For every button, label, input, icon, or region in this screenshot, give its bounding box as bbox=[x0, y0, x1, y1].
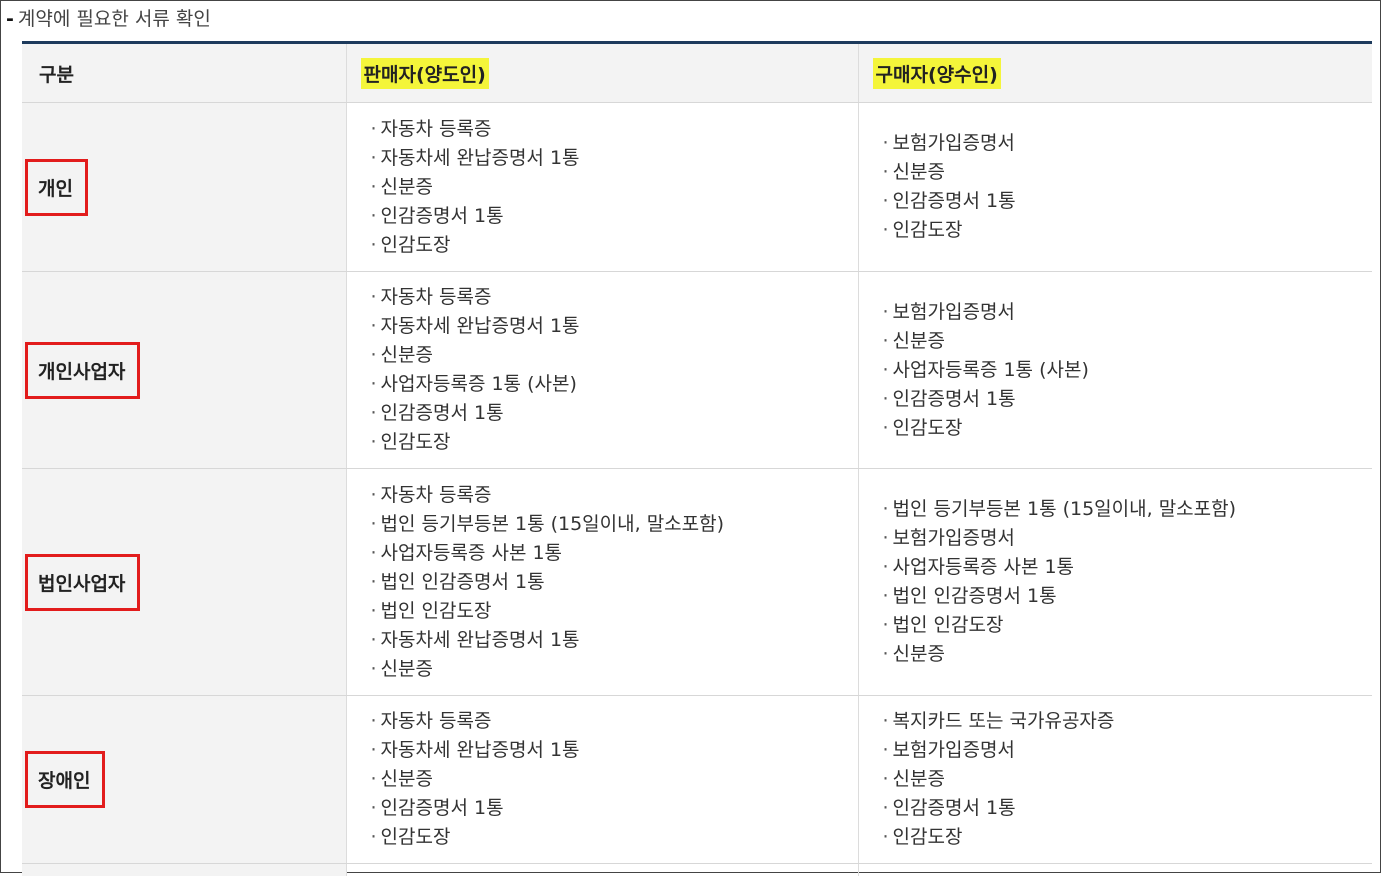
seller-doc-list: 자동차 등록증 법인 등기부등본 1통 (15일이내, 말소포함) 사업자등록증… bbox=[347, 481, 858, 684]
buyer-cell bbox=[858, 864, 1372, 876]
list-item: 신분증 bbox=[883, 158, 1373, 187]
header-seller-label: 판매자(양도인) bbox=[361, 58, 489, 89]
buyer-doc-list: 보험가입증명서 신분증 사업자등록증 1통 (사본) 인감증명서 1통 인감도장 bbox=[859, 298, 1373, 443]
list-item: 인감도장 bbox=[883, 414, 1373, 443]
list-item: 신분증 bbox=[883, 765, 1373, 794]
category-label: 법인사업자 bbox=[25, 554, 140, 611]
list-item: 신분증 bbox=[371, 173, 858, 202]
list-item: 보험가입증명서 bbox=[883, 298, 1373, 327]
list-item: 법인 인감도장 bbox=[371, 597, 858, 626]
list-item: 자동차세 완납증명서 1통 bbox=[371, 144, 858, 173]
list-item: 인감도장 bbox=[883, 823, 1373, 852]
list-item: 자동차세 완납증명서 1통 bbox=[371, 312, 858, 341]
buyer-cell: 법인 등기부등본 1통 (15일이내, 말소포함) 보험가입증명서 사업자등록증… bbox=[858, 469, 1372, 696]
seller-cell: 자동차 등록증 자동차세 완납증명서 1통 신분증 인감증명서 1통 인감도장 bbox=[346, 696, 858, 864]
table-row: 개인사업자 자동차 등록증 자동차세 완납증명서 1통 신분증 사업자등록증 1… bbox=[22, 272, 1372, 469]
list-item: 자동차 등록증 bbox=[371, 283, 858, 312]
list-item: 자동차 등록증 bbox=[371, 481, 858, 510]
list-item: 인감증명서 1통 bbox=[371, 399, 858, 428]
buyer-doc-list: 복지카드 또는 국가유공자증 보험가입증명서 신분증 인감증명서 1통 인감도장 bbox=[859, 707, 1373, 852]
list-item: 사업자등록증 사본 1통 bbox=[371, 539, 858, 568]
list-item: 보험가입증명서 bbox=[883, 524, 1373, 553]
table-row: 장애인 자동차 등록증 자동차세 완납증명서 1통 신분증 인감증명서 1통 인… bbox=[22, 696, 1372, 864]
list-item: 자동차세 완납증명서 1통 bbox=[371, 626, 858, 655]
seller-doc-list: 자동차 등록증 자동차세 완납증명서 1통 신분증 인감증명서 1통 인감도장 bbox=[347, 115, 858, 260]
category-cell bbox=[22, 864, 346, 876]
list-item: 사업자등록증 1통 (사본) bbox=[371, 370, 858, 399]
list-item: 인감증명서 1통 bbox=[883, 794, 1373, 823]
list-item: 보험가입증명서 bbox=[883, 129, 1373, 158]
list-item: 법인 인감증명서 1통 bbox=[883, 582, 1373, 611]
seller-cell: 자동차 등록증 법인 등기부등본 1통 (15일이내, 말소포함) 사업자등록증… bbox=[346, 469, 858, 696]
list-item: 인감도장 bbox=[371, 428, 858, 457]
list-item: 인감증명서 1통 bbox=[371, 202, 858, 231]
category-cell: 개인 bbox=[22, 103, 346, 272]
caption-dash: - bbox=[6, 8, 14, 30]
list-item: 인감도장 bbox=[371, 231, 858, 260]
list-item: 자동차세 완납증명서 1통 bbox=[371, 736, 858, 765]
caption-text: 계약에 필요한 서류 확인 bbox=[18, 8, 211, 30]
seller-doc-list: 자동차 등록증 자동차세 완납증명서 1통 신분증 사업자등록증 1통 (사본)… bbox=[347, 283, 858, 457]
list-item: 신분증 bbox=[371, 655, 858, 684]
table-header-row: 구분 판매자(양도인) 구매자(양수인) bbox=[22, 43, 1372, 103]
buyer-doc-list: 법인 등기부등본 1통 (15일이내, 말소포함) 보험가입증명서 사업자등록증… bbox=[859, 495, 1373, 669]
category-label: 개인사업자 bbox=[25, 342, 140, 399]
buyer-cell: 복지카드 또는 국가유공자증 보험가입증명서 신분증 인감증명서 1통 인감도장 bbox=[858, 696, 1372, 864]
category-cell: 장애인 bbox=[22, 696, 346, 864]
header-category: 구분 bbox=[22, 43, 346, 103]
seller-cell bbox=[346, 864, 858, 876]
list-item: 법인 인감도장 bbox=[883, 611, 1373, 640]
section-caption: -계약에 필요한 서류 확인 bbox=[6, 4, 211, 31]
list-item: 법인 등기부등본 1통 (15일이내, 말소포함) bbox=[883, 495, 1373, 524]
list-item: 사업자등록증 1통 (사본) bbox=[883, 356, 1373, 385]
seller-cell: 자동차 등록증 자동차세 완납증명서 1통 신분증 사업자등록증 1통 (사본)… bbox=[346, 272, 858, 469]
buyer-cell: 보험가입증명서 신분증 사업자등록증 1통 (사본) 인감증명서 1통 인감도장 bbox=[858, 272, 1372, 469]
table-row: 개인 자동차 등록증 자동차세 완납증명서 1통 신분증 인감증명서 1통 인감… bbox=[22, 103, 1372, 272]
list-item: 신분증 bbox=[371, 341, 858, 370]
seller-cell: 자동차 등록증 자동차세 완납증명서 1통 신분증 인감증명서 1통 인감도장 bbox=[346, 103, 858, 272]
seller-doc-list: 자동차 등록증 자동차세 완납증명서 1통 신분증 인감증명서 1통 인감도장 bbox=[347, 707, 858, 852]
list-item: 법인 등기부등본 1통 (15일이내, 말소포함) bbox=[371, 510, 858, 539]
list-item: 사업자등록증 사본 1통 bbox=[883, 553, 1373, 582]
category-cell: 법인사업자 bbox=[22, 469, 346, 696]
category-cell: 개인사업자 bbox=[22, 272, 346, 469]
header-buyer-label: 구매자(양수인) bbox=[873, 58, 1001, 89]
category-label: 개인 bbox=[25, 159, 88, 216]
list-item: 인감도장 bbox=[371, 823, 858, 852]
table-row-partial bbox=[22, 864, 1372, 876]
list-item: 인감증명서 1통 bbox=[371, 794, 858, 823]
list-item: 인감증명서 1통 bbox=[883, 385, 1373, 414]
list-item: 신분증 bbox=[883, 640, 1373, 669]
list-item: 신분증 bbox=[883, 327, 1373, 356]
list-item: 신분증 bbox=[371, 765, 858, 794]
list-item: 법인 인감증명서 1통 bbox=[371, 568, 858, 597]
table-row: 법인사업자 자동차 등록증 법인 등기부등본 1통 (15일이내, 말소포함) … bbox=[22, 469, 1372, 696]
list-item: 복지카드 또는 국가유공자증 bbox=[883, 707, 1373, 736]
category-label: 장애인 bbox=[25, 751, 105, 808]
list-item: 인감증명서 1통 bbox=[883, 187, 1373, 216]
header-buyer: 구매자(양수인) bbox=[858, 43, 1372, 103]
list-item: 인감도장 bbox=[883, 216, 1373, 245]
buyer-doc-list: 보험가입증명서 신분증 인감증명서 1통 인감도장 bbox=[859, 129, 1373, 245]
buyer-cell: 보험가입증명서 신분증 인감증명서 1통 인감도장 bbox=[858, 103, 1372, 272]
header-seller: 판매자(양도인) bbox=[346, 43, 858, 103]
list-item: 자동차 등록증 bbox=[371, 707, 858, 736]
documents-table: 구분 판매자(양도인) 구매자(양수인) 개인 자동차 등록증 자동차세 완납증… bbox=[22, 41, 1372, 876]
list-item: 보험가입증명서 bbox=[883, 736, 1373, 765]
header-category-label: 구분 bbox=[36, 58, 77, 89]
list-item: 자동차 등록증 bbox=[371, 115, 858, 144]
